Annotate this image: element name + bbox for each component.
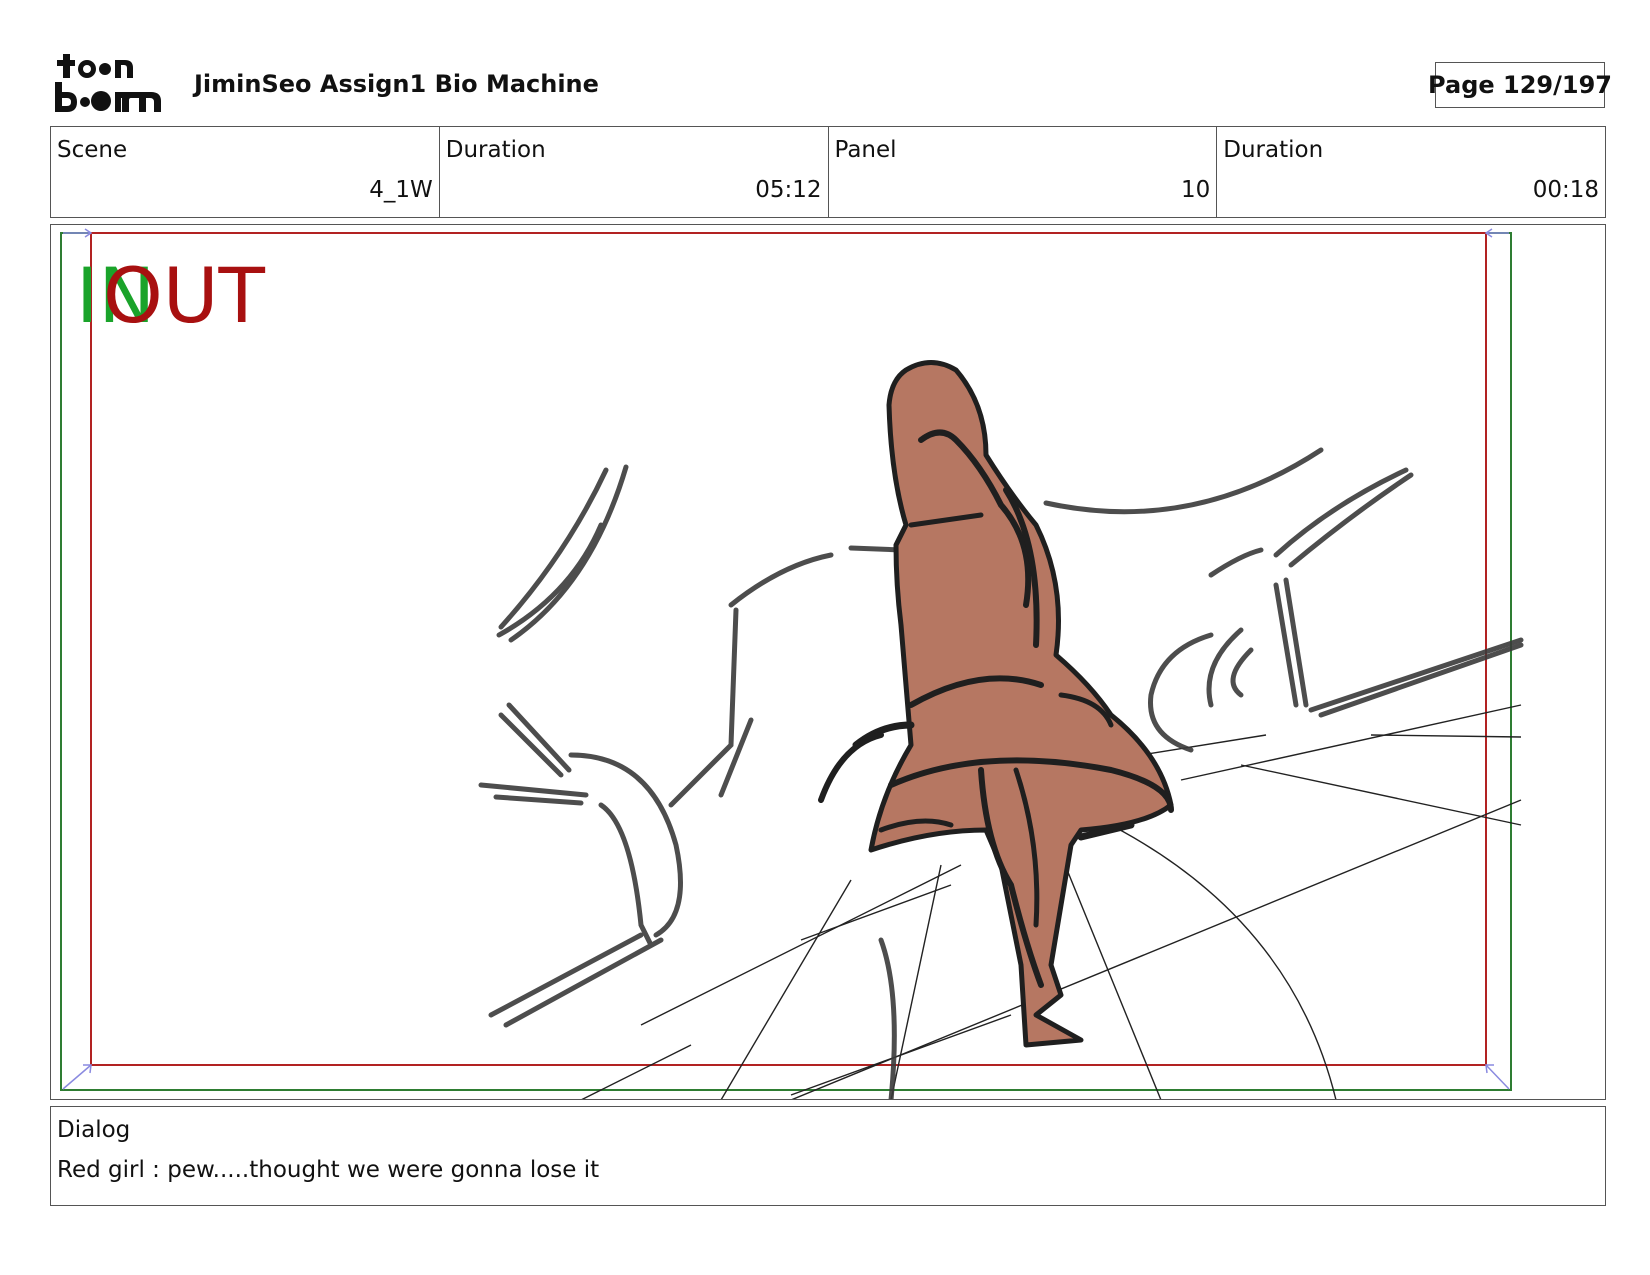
panel-duration-value: 00:18 bbox=[1532, 177, 1599, 203]
document-title: JiminSeo Assign1 Bio Machine bbox=[194, 70, 599, 98]
panel-cell: Panel 10 bbox=[829, 127, 1218, 217]
scene-duration-label: Duration bbox=[445, 137, 546, 163]
corner-arrows bbox=[62, 228, 1510, 1090]
dialog-label: Dialog bbox=[57, 1117, 131, 1143]
dialog-text: Red girl : pew.....thought we were gonna… bbox=[57, 1157, 600, 1183]
panel-value: 10 bbox=[1180, 177, 1211, 203]
panel-duration-cell: Duration 00:18 bbox=[1217, 127, 1605, 217]
scene-label: Scene bbox=[57, 137, 128, 163]
scene-duration-cell: Duration 05:12 bbox=[440, 127, 829, 217]
page-indicator: Page 129/197 bbox=[1428, 62, 1612, 108]
panel-drawing: IN OUT bbox=[60, 228, 1524, 1099]
red-girl-figure bbox=[818, 360, 1174, 1048]
out-marker: OUT bbox=[103, 251, 265, 340]
action-safe-frame bbox=[90, 232, 1487, 1066]
toon-boom-logo bbox=[53, 52, 173, 114]
dialog-box: Dialog Red girl : pew.....thought we wer… bbox=[50, 1106, 1606, 1206]
safe-area-frame bbox=[60, 232, 1512, 1091]
scene-value: 4_1W bbox=[369, 177, 433, 203]
scene-duration-value: 05:12 bbox=[755, 177, 822, 203]
panel-label: Panel bbox=[834, 137, 897, 163]
storyboard-panel: IN OUT bbox=[50, 224, 1606, 1100]
scene-cell: Scene 4_1W bbox=[51, 127, 440, 217]
scene-info-table: Scene 4_1W Duration 05:12 Panel 10 Durat… bbox=[50, 126, 1606, 218]
panel-duration-label: Duration bbox=[1223, 137, 1324, 163]
